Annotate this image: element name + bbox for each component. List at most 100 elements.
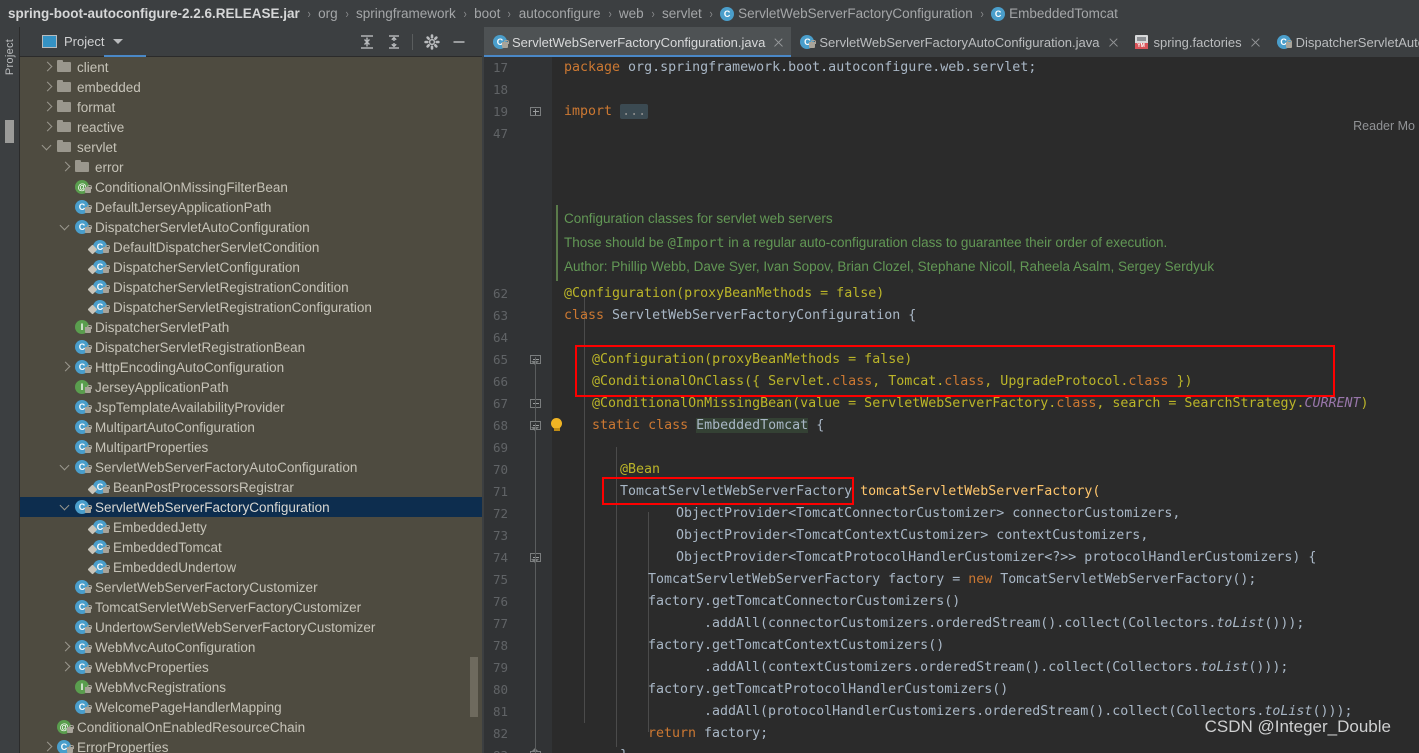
tree-row[interactable]: C MultipartAutoConfiguration [20, 417, 482, 437]
tree-row[interactable]: @ ConditionalOnMissingFilterBean [20, 177, 482, 197]
code-content[interactable]: package org.springframework.boot.autocon… [564, 57, 1419, 753]
code-line-83: } [620, 745, 628, 753]
chevron-right-icon[interactable] [40, 97, 56, 117]
tree-row-label: TomcatServletWebServerFactoryCustomizer [95, 599, 362, 615]
settings-gear-icon[interactable] [418, 29, 445, 55]
editor-gutter[interactable]: 17 18 19 47 62 63 64 65 66 67 68 69 70 71 72 73 74 75 76 77… [484, 57, 562, 753]
tree-row[interactable]: @ ConditionalOnEnabledResourceChain [20, 717, 482, 737]
annotation-text: , UpgradeProtocol. [984, 374, 1129, 389]
tree-row[interactable]: C UndertowServletWebServerFactoryCustomiz… [20, 617, 482, 637]
reader-mode-label[interactable]: Reader Mo [1353, 119, 1415, 133]
tree-row[interactable]: error [20, 157, 482, 177]
chevron-down-icon[interactable] [58, 497, 74, 517]
tree-row[interactable]: C ServletWebServerFactoryAutoConfiguratio… [20, 457, 482, 477]
chevron-right-icon[interactable] [58, 637, 74, 657]
tree-row[interactable]: format [20, 97, 482, 117]
editor-tab-3[interactable]: CDispatcherServletAutoCo [1268, 27, 1419, 57]
code-line-74: ObjectProvider<TomcatProtocolHandlerCust… [676, 547, 1316, 569]
tree-row[interactable]: C DispatcherServletRegistrationCondition [20, 277, 482, 297]
chevron-down-icon[interactable] [40, 137, 56, 157]
tree-row-selected[interactable]: C ServletWebServerFactoryConfiguration [20, 497, 482, 517]
chevron-right-icon[interactable] [58, 357, 74, 377]
chevron-right-icon[interactable] [40, 57, 56, 77]
tree-row[interactable]: client [20, 57, 482, 77]
expand-all-icon[interactable] [353, 29, 380, 55]
chevron-down-icon[interactable] [113, 39, 124, 44]
tree-row[interactable]: I DispatcherServletPath [20, 317, 482, 337]
tree-row[interactable]: C WebMvcProperties [20, 657, 482, 677]
code-line-19: import ... [564, 101, 649, 123]
code-editor[interactable]: 17 18 19 47 62 63 64 65 66 67 68 69 70 71 72 73 74 75 76 77… [484, 57, 1419, 753]
breadcrumb-item-5[interactable]: web [619, 6, 644, 21]
annotation-configuration: @Configuration(proxyBeanMethods = false) [564, 286, 885, 301]
tree-row[interactable]: C EmbeddedUndertow [20, 557, 482, 577]
tree-row[interactable]: C BeanPostProcessorsRegistrar [20, 477, 482, 497]
breadcrumb-item-8[interactable]: EmbeddedTomcat [991, 6, 1118, 21]
tree-row[interactable]: C TomcatServletWebServerFactoryCustomizer [20, 597, 482, 617]
editor-tab-1[interactable]: C ServletWebServerFactoryAutoConfiguratio… [791, 27, 1125, 57]
tree-scrollbar[interactable] [470, 657, 478, 717]
tree-row[interactable]: C DispatcherServletConfiguration [20, 257, 482, 277]
chevron-right-icon[interactable] [58, 657, 74, 677]
editor-tab-bar[interactable]: C ServletWebServerFactoryConfiguration.ja… [484, 27, 1419, 57]
tree-row[interactable]: C DispatcherServletRegistrationConfigurat… [20, 297, 482, 317]
tree-row[interactable]: C WelcomePageHandlerMapping [20, 697, 482, 717]
line-number: 65 [492, 352, 508, 367]
tree-row[interactable]: C ErrorProperties [20, 737, 482, 753]
editor-tab-2[interactable]: spring.factories [1126, 27, 1268, 57]
tree-row-label: reactive [77, 119, 125, 135]
code-line-65: @Configuration(proxyBeanMethods = false) [592, 349, 912, 371]
tree-row[interactable]: C DispatcherServletAutoConfiguration [20, 217, 482, 237]
intention-bulb-icon[interactable] [550, 418, 563, 432]
close-icon[interactable] [1250, 37, 1261, 48]
sidebar-item-project-stripe[interactable]: Project [4, 27, 16, 87]
collapse-all-icon[interactable] [380, 29, 407, 55]
tree-row[interactable]: I WebMvcRegistrations [20, 677, 482, 697]
class-icon: C [74, 617, 92, 637]
tree-row[interactable]: C HttpEncodingAutoConfiguration [20, 357, 482, 377]
close-icon[interactable] [773, 37, 784, 48]
breadcrumb-item-0[interactable]: spring-boot-autoconfigure-2.2.6.RELEASE.… [8, 6, 300, 21]
chevron-right-icon[interactable] [40, 737, 56, 753]
chevron-right-icon[interactable] [40, 117, 56, 137]
chevron-right-icon[interactable] [40, 77, 56, 97]
breadcrumb-item-2[interactable]: springframework [356, 6, 456, 21]
tree-row[interactable]: C WebMvcAutoConfiguration [20, 637, 482, 657]
code-fold-toggle[interactable] [530, 105, 541, 116]
chevron-down-icon[interactable] [58, 217, 74, 237]
tree-row[interactable]: embedded [20, 77, 482, 97]
tree-row[interactable]: C EmbeddedJetty [20, 517, 482, 537]
chevron-down-icon[interactable] [58, 457, 74, 477]
code-line-62: @Configuration(proxyBeanMethods = false) [564, 283, 884, 305]
tree-row[interactable]: C EmbeddedTomcat [20, 537, 482, 557]
breadcrumb-item-7[interactable]: ServletWebServerFactoryConfiguration [720, 6, 973, 21]
tree-row[interactable]: servlet [20, 137, 482, 157]
breadcrumb-item-1[interactable]: org [318, 6, 338, 21]
close-icon[interactable] [1108, 37, 1119, 48]
tree-row[interactable]: C ServletWebServerFactoryCustomizer [20, 577, 482, 597]
call-addall: .addAll(contextCustomizers.orderedStream… [704, 660, 1201, 675]
tree-row[interactable]: I JerseyApplicationPath [20, 377, 482, 397]
tree-row[interactable]: C DispatcherServletRegistrationBean [20, 337, 482, 357]
editor-tab-0[interactable]: C ServletWebServerFactoryConfiguration.ja… [484, 27, 792, 57]
breadcrumb-item-4[interactable]: autoconfigure [519, 6, 601, 21]
breadcrumb-item-6[interactable]: servlet [662, 6, 702, 21]
breadcrumb-item-3[interactable]: boot [474, 6, 500, 21]
import-fold-placeholder[interactable]: ... [620, 104, 649, 119]
parameter-protocol-handler-customizers: ObjectProvider<TomcatProtocolHandlerCust… [676, 550, 1317, 565]
line-number: 17 [492, 60, 508, 75]
tree-row[interactable]: reactive [20, 117, 482, 137]
chevron-right-icon[interactable] [58, 157, 74, 177]
hide-icon[interactable] [445, 29, 472, 55]
project-window-icon [42, 35, 57, 48]
inner-class-icon: C [92, 237, 110, 257]
tree-row[interactable]: C DefaultJerseyApplicationPath [20, 197, 482, 217]
tree-row[interactable]: C MultipartProperties [20, 437, 482, 457]
tree-row[interactable]: C JspTemplateAvailabilityProvider [20, 397, 482, 417]
properties-file-icon [1134, 35, 1149, 49]
tree-row[interactable]: C DefaultDispatcherServletCondition [20, 237, 482, 257]
project-tree[interactable]: client embedded format reactive servlet error… [20, 57, 482, 753]
class-icon: C [74, 657, 92, 677]
